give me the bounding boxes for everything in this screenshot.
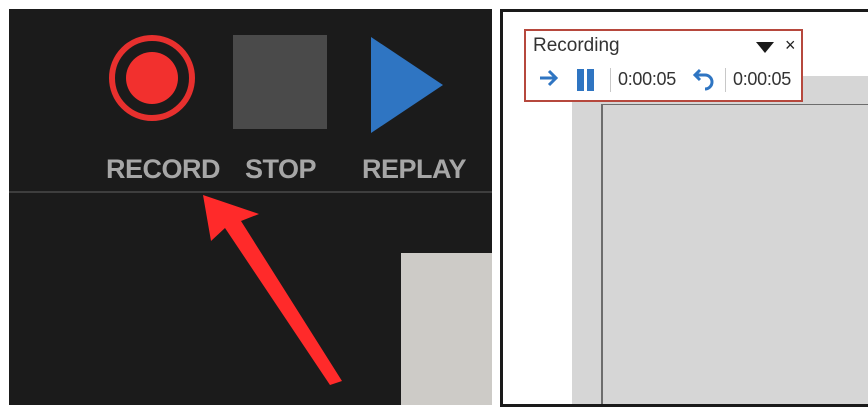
right-arrow-icon[interactable]: [538, 66, 560, 90]
recording-controls-panel: RECORD STOP REPLAY: [9, 9, 492, 405]
recording-toolbar: Recording × 0:00:05 0:00:05: [524, 29, 803, 102]
undo-arrow-icon[interactable]: [692, 67, 716, 91]
annotation-arrow: [203, 195, 342, 385]
total-time: 0:00:05: [733, 69, 791, 89]
separator: [610, 68, 611, 92]
pause-icon[interactable]: [577, 69, 595, 91]
slide-canvas: [601, 104, 868, 404]
recording-title: Recording: [533, 35, 620, 56]
slide-recording-view: Recording × 0:00:05 0:00:05: [500, 9, 868, 407]
separator: [725, 68, 726, 92]
close-icon[interactable]: ×: [785, 36, 796, 54]
dropdown-triangle-icon[interactable]: [756, 42, 774, 53]
slide-time: 0:00:05: [618, 69, 676, 89]
